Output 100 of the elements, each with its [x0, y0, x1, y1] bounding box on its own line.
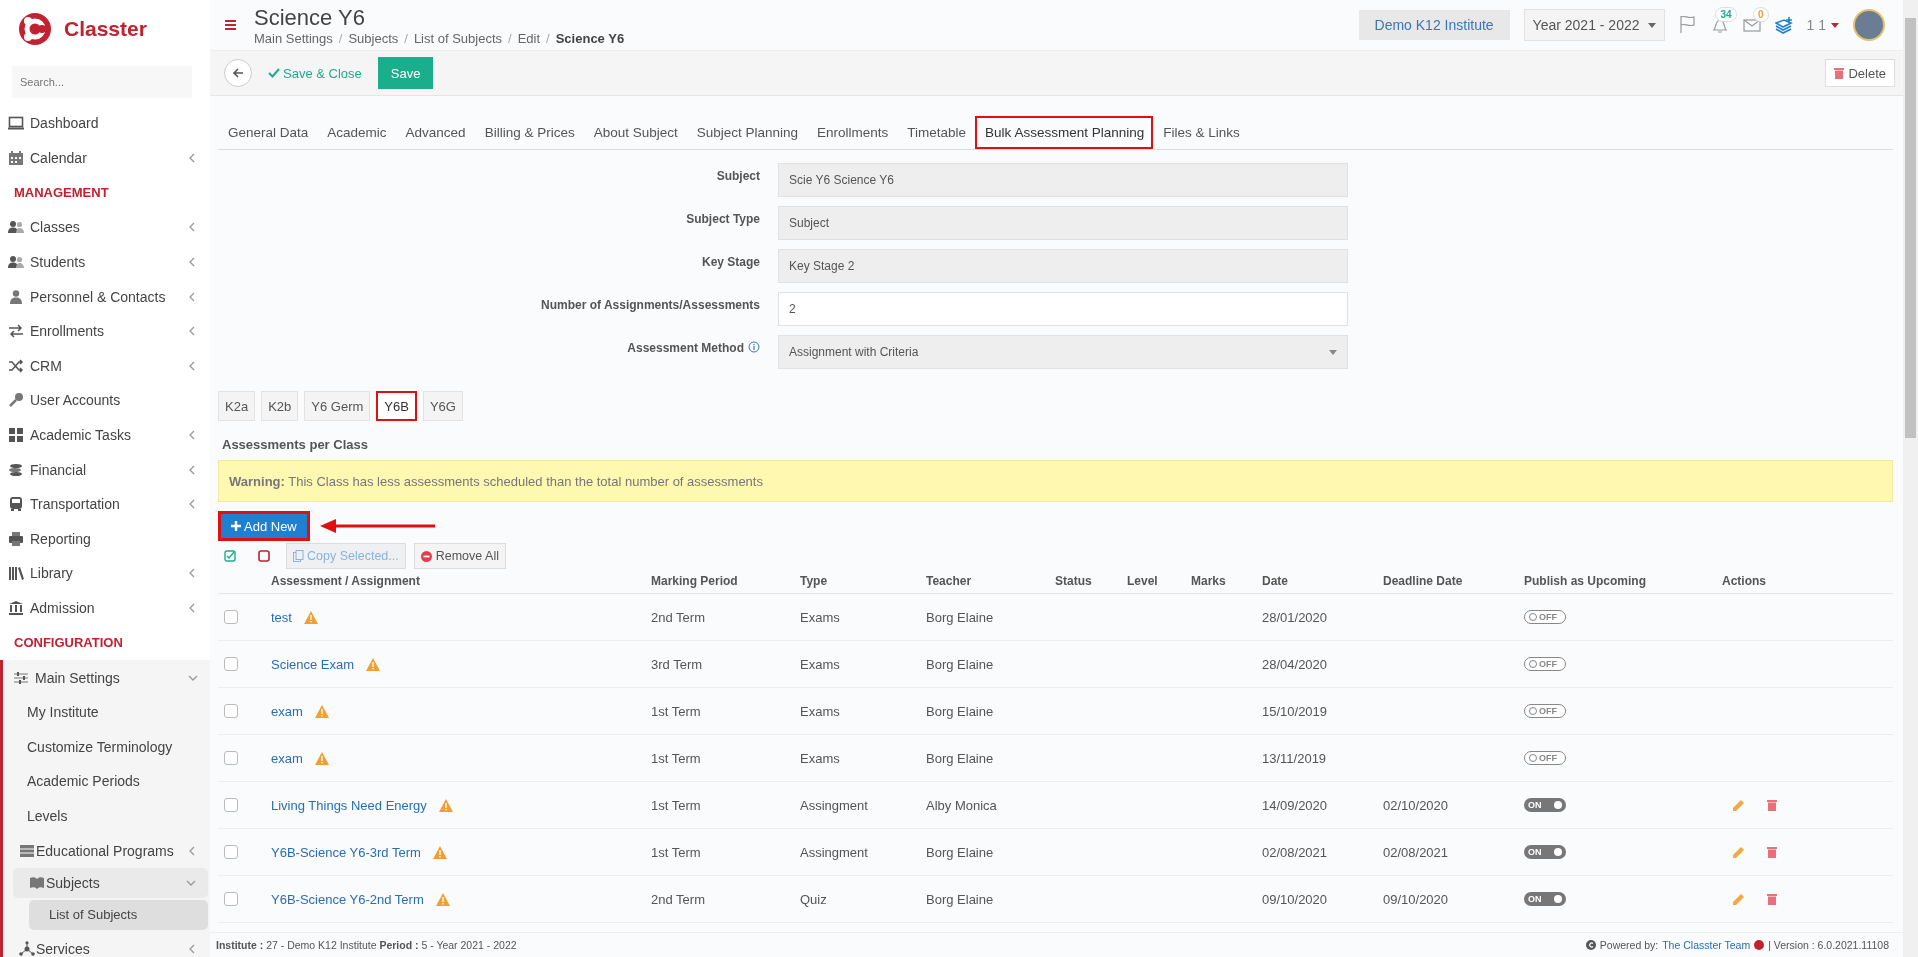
row-checkbox[interactable]: [224, 610, 238, 624]
sidebar-item[interactable]: Classes: [0, 210, 210, 245]
tab[interactable]: Enrollments: [807, 116, 898, 149]
table-cell: 1st Term: [651, 750, 701, 766]
table-cell: Alby Monica: [926, 797, 997, 813]
breadcrumb-current: Science Y6: [555, 30, 625, 46]
assessment-link[interactable]: exam: [271, 750, 303, 766]
sidebar-item[interactable]: Admission: [0, 590, 210, 626]
sidebar-item[interactable]: Personnel & Contacts: [0, 279, 210, 314]
assessment-link[interactable]: exam: [271, 703, 303, 719]
assessment-link[interactable]: Living Things Need Energy: [271, 797, 427, 813]
publish-toggle[interactable]: OFF: [1524, 704, 1566, 718]
search-field[interactable]: Search...: [12, 66, 192, 98]
publish-toggle[interactable]: ON: [1524, 845, 1566, 859]
class-tab[interactable]: K2b: [261, 391, 299, 421]
sidebar-item[interactable]: Services: [3, 931, 210, 957]
back-button[interactable]: [224, 59, 252, 87]
sidebar-item[interactable]: My Institute: [3, 694, 210, 730]
tab[interactable]: Advanced: [395, 116, 475, 149]
sidebar-item[interactable]: Transportation: [0, 486, 210, 522]
table-cell: Borg Elaine: [926, 891, 994, 907]
publish-toggle[interactable]: OFF: [1524, 657, 1566, 671]
table-cell: Exams: [800, 609, 840, 625]
row-checkbox[interactable]: [224, 657, 238, 671]
sidebar-item[interactable]: Enrollments: [0, 313, 210, 349]
row-checkbox[interactable]: [224, 704, 238, 718]
edit-icon[interactable]: [1732, 845, 1745, 859]
table-cell: Quiz: [800, 891, 827, 907]
sidebar-item[interactable]: Educational Programs: [3, 833, 210, 868]
assessment-link[interactable]: Y6B-Science Y6-2nd Term: [271, 891, 424, 907]
tab[interactable]: Bulk Assessment Planning: [975, 116, 1154, 149]
breadcrumb-link[interactable]: Main Settings: [254, 30, 333, 46]
publish-toggle[interactable]: OFF: [1524, 751, 1566, 765]
row-checkbox[interactable]: [224, 845, 238, 859]
select-field[interactable]: Assignment with Criteria: [778, 335, 1348, 369]
table-cell: 14/09/2020: [1262, 797, 1328, 813]
assessment-link[interactable]: Science Exam: [271, 656, 355, 672]
table-cell: 15/10/2019: [1262, 703, 1328, 719]
tab[interactable]: Files & Links: [1153, 116, 1249, 149]
column-header: Actions: [1722, 569, 1893, 594]
publish-toggle[interactable]: ON: [1524, 798, 1566, 812]
institute-button[interactable]: Demo K12 Institute: [1358, 10, 1510, 40]
delete-icon[interactable]: [1767, 799, 1777, 811]
sidebar-item[interactable]: Levels: [3, 798, 210, 834]
breadcrumb-link[interactable]: Edit: [517, 30, 541, 46]
sidebar-item[interactable]: Main Settings: [3, 660, 210, 695]
sidebar-item[interactable]: List of Subjects: [29, 899, 208, 930]
sidebar-item[interactable]: Academic Periods: [3, 764, 210, 799]
tab[interactable]: General Data: [218, 116, 318, 149]
class-tab[interactable]: Y6B: [376, 391, 417, 421]
publish-toggle[interactable]: OFF: [1524, 610, 1566, 624]
avatar[interactable]: [1853, 9, 1885, 41]
scrollbar[interactable]: [1903, 0, 1918, 957]
row-checkbox[interactable]: [224, 751, 238, 765]
column-header: Teacher: [926, 569, 1055, 594]
uncheck-all-icon[interactable]: [258, 550, 270, 562]
check-all-icon[interactable]: [224, 550, 236, 562]
sidebar-item[interactable]: Reporting: [0, 521, 210, 557]
sidebar-heading: CONFIGURATION: [13, 634, 124, 653]
column-header: Marks: [1191, 569, 1262, 594]
delete-icon[interactable]: [1767, 893, 1777, 905]
team-link[interactable]: The Classter Team: [1662, 939, 1751, 951]
add-new-button[interactable]: Add New: [218, 511, 310, 541]
class-tab[interactable]: K2a: [218, 391, 256, 421]
row-checkbox[interactable]: [224, 798, 238, 812]
sidebar-item[interactable]: Calendar: [0, 140, 210, 176]
row-checkbox[interactable]: [224, 892, 238, 906]
delete-button[interactable]: Delete: [1825, 59, 1895, 87]
class-tab[interactable]: Y6 Germ: [304, 391, 371, 421]
edit-icon[interactable]: [1732, 798, 1745, 812]
tab[interactable]: Subject Planning: [686, 116, 808, 149]
logo-icon: [1754, 940, 1765, 950]
tab[interactable]: Billing & Prices: [474, 116, 584, 149]
breadcrumb-link[interactable]: List of Subjects: [413, 30, 503, 46]
sidebar-item[interactable]: Students: [0, 244, 210, 280]
sidebar-item[interactable]: Financial: [0, 452, 210, 487]
tab[interactable]: Academic: [317, 116, 396, 149]
sidebar-item[interactable]: Library: [0, 556, 210, 591]
input-field[interactable]: 2: [778, 292, 1348, 326]
delete-icon[interactable]: [1767, 846, 1777, 858]
sidebar-item[interactable]: Subjects: [13, 867, 208, 898]
year-dropdown[interactable]: Year 2021 - 2022: [1523, 9, 1665, 41]
class-tab[interactable]: Y6G: [422, 391, 463, 421]
tab[interactable]: About Subject: [583, 116, 687, 149]
sidebar-item[interactable]: User Accounts: [0, 383, 210, 418]
people-icon: [8, 254, 24, 271]
printer-icon: [8, 530, 24, 547]
publish-toggle[interactable]: ON: [1524, 892, 1566, 906]
sidebar-item[interactable]: Dashboard: [0, 106, 210, 141]
tab[interactable]: Timetable: [897, 116, 976, 149]
sidebar-item[interactable]: CRM: [0, 348, 210, 384]
breadcrumb-separator: /: [404, 30, 408, 46]
assessment-link[interactable]: Y6B-Science Y6-3rd Term: [271, 844, 421, 860]
sidebar-item[interactable]: Academic Tasks: [0, 417, 210, 453]
breadcrumb-link[interactable]: Subjects: [348, 30, 399, 46]
caret-icon[interactable]: [1831, 22, 1839, 28]
assessment-link[interactable]: test: [271, 609, 292, 625]
edit-icon[interactable]: [1732, 892, 1745, 906]
remove-all-button[interactable]: Remove All: [413, 543, 506, 569]
sidebar-item[interactable]: Customize Terminology: [3, 729, 210, 765]
